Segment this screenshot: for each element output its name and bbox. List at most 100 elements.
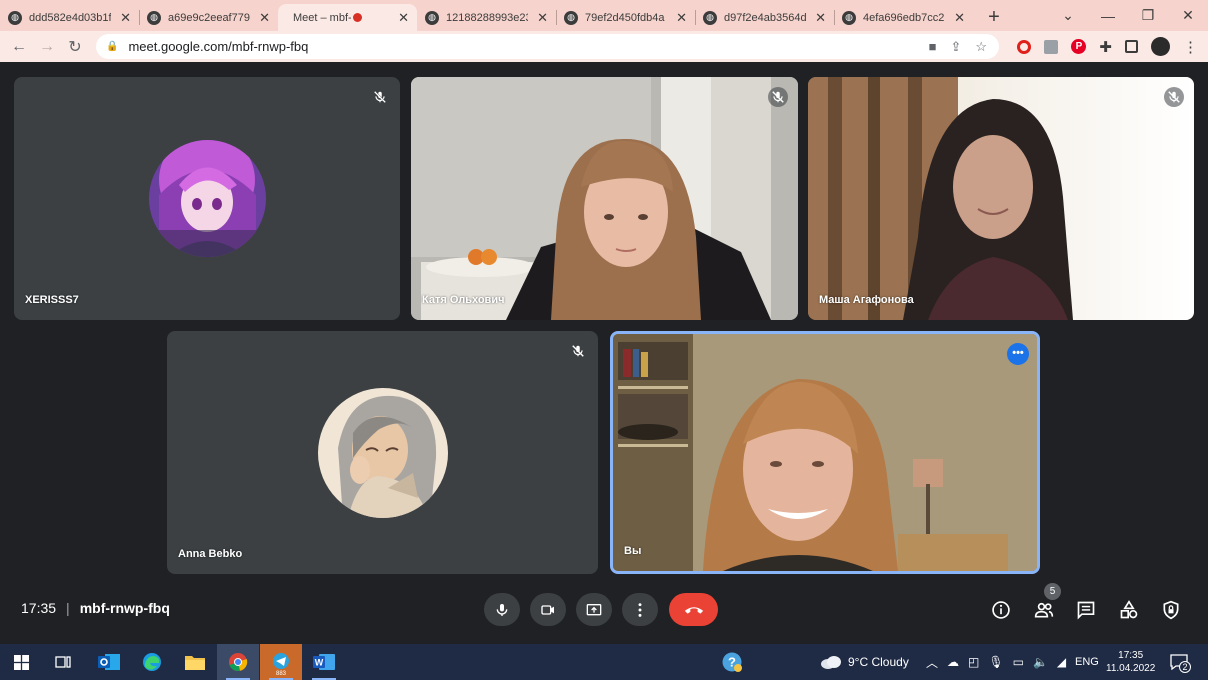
clock-date: 11.04.2022 xyxy=(1106,663,1156,674)
camera-button[interactable] xyxy=(530,593,566,626)
tab-close-icon[interactable]: ✕ xyxy=(676,10,687,26)
tab-title: 12188288993e23 xyxy=(446,11,528,24)
weather-widget[interactable]: 9°C Cloudy xyxy=(820,644,909,680)
device-icon[interactable]: ◰ xyxy=(968,655,979,669)
window-controls: ⌄ — ❐ ✕ xyxy=(1048,0,1208,31)
video-feed xyxy=(411,77,798,320)
opera-extension-icon[interactable] xyxy=(1017,39,1032,54)
language-indicator[interactable]: ENG xyxy=(1075,644,1099,680)
edge-app[interactable] xyxy=(131,644,173,680)
recording-icon xyxy=(353,13,362,22)
participant-name: Anna Bebko xyxy=(178,548,243,560)
meeting-details-icon[interactable] xyxy=(989,598,1013,622)
browser-tab[interactable]: ◍ 4efa696edb7cc2 ✕ xyxy=(834,4,973,31)
camera-in-use-icon[interactable]: ■ xyxy=(929,39,937,55)
tab-close-icon[interactable]: ✕ xyxy=(398,10,409,26)
tab-search-icon[interactable]: ⌄ xyxy=(1048,7,1088,24)
show-hidden-icons-icon[interactable]: ︿ xyxy=(926,654,938,671)
browser-tab[interactable]: ◍ a69e9c2eeaf779c ✕ xyxy=(139,4,278,31)
participant-name: XERISSS7 xyxy=(25,294,79,306)
back-icon[interactable]: ← xyxy=(5,38,33,56)
telegram-app[interactable]: 883 xyxy=(260,644,302,680)
bookmark-star-icon[interactable]: ☆ xyxy=(975,39,987,55)
windows-taskbar: 883 W ? 9°C Cloudy ︿ ☁ ◰ 🎙 ▭ 🔈 ◢ ENG 17:… xyxy=(0,644,1208,680)
tab-close-icon[interactable]: ✕ xyxy=(954,10,965,26)
new-tab-button[interactable]: + xyxy=(979,4,1009,31)
activities-icon[interactable] xyxy=(1117,598,1141,622)
extensions-area: P ✚ ⋮ xyxy=(1017,31,1198,62)
notifications-button[interactable]: 2 xyxy=(1170,644,1191,680)
microphone-button[interactable] xyxy=(484,593,520,626)
more-options-button[interactable]: ••• xyxy=(1007,343,1029,365)
tab-close-icon[interactable]: ✕ xyxy=(259,10,270,26)
participant-tile[interactable]: Anna Bebko xyxy=(167,331,598,574)
mic-off-icon xyxy=(370,87,390,107)
participant-video-tile[interactable]: Катя Ольхович xyxy=(411,77,798,320)
clock[interactable]: 17:35 11.04.2022 xyxy=(1106,644,1155,680)
tab-title: ddd582e4d03b1f xyxy=(29,11,111,24)
svg-text:W: W xyxy=(315,658,324,668)
share-icon[interactable]: ⇪ xyxy=(950,39,961,55)
chat-icon[interactable] xyxy=(1074,598,1098,622)
minimize-icon[interactable]: — xyxy=(1088,8,1128,24)
restore-icon[interactable]: ❐ xyxy=(1128,7,1168,24)
battery-icon[interactable]: ▭ xyxy=(1013,655,1024,669)
extension-icon[interactable] xyxy=(1044,39,1059,54)
wifi-icon[interactable]: ◢ xyxy=(1057,655,1066,669)
profile-avatar[interactable] xyxy=(1151,37,1170,56)
camera-icon xyxy=(541,604,554,615)
tab-close-icon[interactable]: ✕ xyxy=(537,10,548,26)
menu-icon[interactable]: ⋮ xyxy=(1183,38,1198,56)
more-options-menu-button[interactable] xyxy=(622,593,658,626)
word-app[interactable]: W xyxy=(303,644,345,680)
volume-icon[interactable]: 🔈 xyxy=(1033,655,1048,669)
web-icon: ◍ xyxy=(703,10,717,25)
leave-call-button[interactable] xyxy=(669,593,718,626)
chrome-app[interactable] xyxy=(217,644,259,680)
people-icon[interactable] xyxy=(1032,598,1056,622)
browser-tab-active[interactable]: Meet – mbf-rnwp ✕ xyxy=(278,4,889,363)
edge-icon xyxy=(143,653,161,671)
meeting-code: mbf-rnwp-fbq xyxy=(79,600,170,616)
present-screen-icon xyxy=(586,603,602,615)
onedrive-icon[interactable]: ☁ xyxy=(947,655,959,669)
mic-off-icon xyxy=(768,87,788,107)
file-explorer-app[interactable] xyxy=(174,644,216,680)
browser-tab[interactable]: ◍ 12188288993e23 ✕ xyxy=(417,4,556,31)
pinterest-icon[interactable]: P xyxy=(1071,39,1087,54)
address-bar[interactable]: 🔒 meet.google.com/mbf-rnwp-fbq ■ ⇪ ☆ xyxy=(96,34,999,59)
lock-icon: 🔒 xyxy=(106,41,119,52)
participant-tile[interactable]: XERISSS7 xyxy=(14,77,400,320)
tab-title: a69e9c2eeaf779c xyxy=(168,11,250,24)
participant-name: Вы xyxy=(624,545,642,557)
reload-icon[interactable]: ↻ xyxy=(61,37,89,57)
browser-tab[interactable]: ◍ 79ef2d450fdb4a ✕ xyxy=(556,4,695,31)
participant-video-tile[interactable]: Маша Агафонова xyxy=(808,77,1194,320)
puzzle-extensions-icon[interactable]: ✚ xyxy=(1099,38,1112,56)
participant-name: Катя Ольхович xyxy=(422,294,505,306)
meet-stage: XERISSS7 Катя Ольхович Маша Агафонова An… xyxy=(0,62,1208,644)
microphone-tray-icon[interactable]: 🎙 xyxy=(988,655,1003,669)
outlook-app[interactable] xyxy=(88,644,130,680)
web-icon: ◍ xyxy=(425,10,439,25)
folder-icon xyxy=(185,656,205,670)
tab-close-icon[interactable]: ✕ xyxy=(815,10,826,26)
more-vert-icon xyxy=(638,602,642,617)
side-panel-icon[interactable] xyxy=(1125,40,1138,53)
browser-tab[interactable]: ◍ d97f2e4ab3564d ✕ xyxy=(695,4,834,31)
self-video-tile[interactable]: ••• Вы xyxy=(610,331,1040,574)
meeting-time: 17:35 xyxy=(21,600,57,616)
host-controls-icon[interactable] xyxy=(1159,598,1183,622)
help-app[interactable]: ? xyxy=(711,644,753,680)
browser-tab[interactable]: ◍ ddd582e4d03b1f ✕ xyxy=(0,4,139,31)
start-button[interactable] xyxy=(0,644,42,680)
forward-icon[interactable]: → xyxy=(33,38,61,56)
tab-title: Meet – mbf-rnwp xyxy=(293,11,351,24)
avatar xyxy=(149,140,266,257)
close-window-icon[interactable]: ✕ xyxy=(1168,7,1208,24)
tab-close-icon[interactable]: ✕ xyxy=(120,10,131,26)
task-view-button[interactable] xyxy=(42,644,84,680)
present-screen-button[interactable] xyxy=(576,593,612,626)
web-icon: ◍ xyxy=(564,10,578,25)
system-tray: ︿ ☁ ◰ 🎙 ▭ 🔈 ◢ xyxy=(926,644,1066,680)
